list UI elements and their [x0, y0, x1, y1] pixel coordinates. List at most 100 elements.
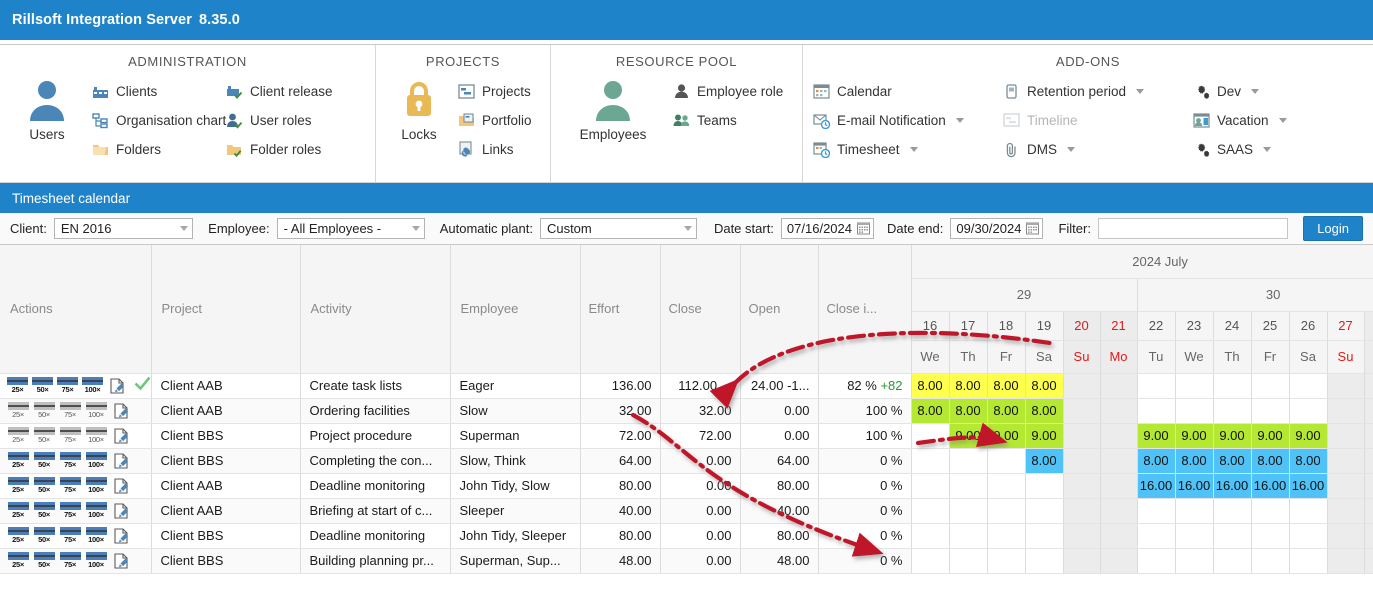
- progress-button-75pct[interactable]: 75×: [57, 377, 78, 394]
- edit-icon[interactable]: [114, 452, 129, 469]
- calendar-picker-icon[interactable]: [857, 222, 870, 235]
- calendar-picker-icon[interactable]: [1026, 222, 1040, 235]
- calendar-cell-22[interactable]: 9.00: [1137, 423, 1176, 449]
- progress-button-25pct[interactable]: 25×: [7, 552, 29, 569]
- calendar-cell-19[interactable]: [1025, 473, 1064, 499]
- table-row[interactable]: 25× 50× 75× 100× Client AAB Deadline monitori…: [0, 473, 1373, 499]
- calendar-cell-16[interactable]: 8.00: [910, 373, 950, 399]
- calendar-cell-17[interactable]: [949, 498, 988, 524]
- calendar-cell-19[interactable]: 8.00: [1025, 398, 1064, 424]
- calendar-cell-23[interactable]: [1175, 398, 1214, 424]
- calendar-cell-24[interactable]: 16.00: [1213, 473, 1252, 499]
- calendar-cell-26[interactable]: 8.00: [1289, 448, 1328, 474]
- progress-button-100pct[interactable]: 100×: [85, 452, 107, 469]
- calendar-cell-16[interactable]: [910, 548, 950, 574]
- chevron-down-icon[interactable]: [1251, 88, 1260, 94]
- calendar-cell-24[interactable]: [1213, 548, 1252, 574]
- progress-button-75pct[interactable]: 75×: [59, 452, 81, 469]
- calendar-cell-27[interactable]: [1327, 398, 1365, 424]
- calendar-cell-18[interactable]: [987, 523, 1026, 549]
- progress-button-75pct[interactable]: 75×: [59, 427, 81, 444]
- calendar-cell-22[interactable]: [1137, 548, 1176, 574]
- calendar-cell-26[interactable]: [1289, 373, 1328, 399]
- col-header-actions[interactable]: Actions: [0, 245, 152, 374]
- progress-button-100pct[interactable]: 100×: [85, 477, 107, 494]
- calendar-cell-26[interactable]: 9.00: [1289, 423, 1328, 449]
- calendar-cell-26[interactable]: 16.00: [1289, 473, 1328, 499]
- calendar-cell-21[interactable]: [1100, 398, 1138, 424]
- progress-button-50pct[interactable]: 50×: [33, 527, 55, 544]
- ribbon-item-user-roles[interactable]: User roles: [226, 109, 351, 131]
- calendar-cell-27[interactable]: [1327, 423, 1365, 449]
- employee-select[interactable]: - All Employees -: [276, 218, 425, 239]
- automatic-plant-select[interactable]: Custom: [539, 218, 697, 239]
- calendar-cell-24[interactable]: 8.00: [1213, 448, 1252, 474]
- col-header-effort[interactable]: Effort: [580, 245, 661, 374]
- progress-button-25pct[interactable]: 25×: [7, 502, 29, 519]
- progress-button-25pct[interactable]: 25×: [7, 477, 29, 494]
- calendar-cell-24[interactable]: 9.00: [1213, 423, 1252, 449]
- calendar-cell-24[interactable]: [1213, 498, 1252, 524]
- date-end-input[interactable]: 09/30/2024: [950, 218, 1044, 239]
- calendar-cell-22[interactable]: 16.00: [1137, 473, 1176, 499]
- calendar-cell-18[interactable]: 8.00: [987, 398, 1026, 424]
- calendar-cell-27[interactable]: [1327, 523, 1365, 549]
- ribbon-item-folder-roles[interactable]: Folder roles: [226, 138, 351, 160]
- calendar-cell-19[interactable]: 8.00: [1025, 448, 1064, 474]
- edit-icon[interactable]: [114, 552, 129, 569]
- progress-button-25pct[interactable]: 25×: [7, 452, 29, 469]
- calendar-cell-25[interactable]: [1251, 548, 1290, 574]
- table-row[interactable]: 25× 50× 75× 100× Client BBS Building planning…: [0, 548, 1373, 574]
- calendar-cell-17[interactable]: [949, 448, 988, 474]
- calendar-cell-25[interactable]: [1251, 523, 1290, 549]
- ribbon-button-employees[interactable]: Employees: [561, 77, 665, 142]
- col-header-open[interactable]: Open: [740, 245, 819, 374]
- calendar-cell-25[interactable]: [1251, 373, 1290, 399]
- calendar-cell-16[interactable]: [910, 423, 950, 449]
- calendar-cell-26[interactable]: [1289, 398, 1328, 424]
- calendar-cell-26[interactable]: [1289, 548, 1328, 574]
- chevron-down-icon[interactable]: [680, 226, 696, 231]
- calendar-cell-16[interactable]: [910, 473, 950, 499]
- progress-button-100pct[interactable]: 100×: [85, 402, 107, 419]
- calendar-cell-24[interactable]: [1213, 373, 1252, 399]
- calendar-cell-23[interactable]: [1175, 498, 1214, 524]
- progress-button-75pct[interactable]: 75×: [59, 402, 81, 419]
- calendar-cell-20[interactable]: [1063, 373, 1101, 399]
- calendar-cell-17[interactable]: 9.00: [949, 423, 988, 449]
- calendar-cell-27[interactable]: [1327, 548, 1365, 574]
- calendar-cell-18[interactable]: [987, 473, 1026, 499]
- calendar-cell-23[interactable]: [1175, 523, 1214, 549]
- progress-button-100pct[interactable]: 100×: [85, 427, 107, 444]
- ribbon-item-calendar[interactable]: Calendar: [813, 80, 1003, 102]
- calendar-cell-20[interactable]: [1063, 548, 1101, 574]
- progress-button-50pct[interactable]: 50×: [33, 402, 55, 419]
- ribbon-item-teams[interactable]: Teams: [673, 109, 783, 131]
- calendar-cell-18[interactable]: [987, 498, 1026, 524]
- ribbon-item-timesheet[interactable]: Timesheet: [813, 138, 1003, 160]
- calendar-cell-23[interactable]: 8.00: [1175, 448, 1214, 474]
- progress-button-50pct[interactable]: 50×: [32, 377, 53, 394]
- col-header-close[interactable]: Close: [660, 245, 741, 374]
- calendar-cell-21[interactable]: [1100, 373, 1138, 399]
- progress-button-50pct[interactable]: 50×: [33, 502, 55, 519]
- ribbon-item-retention-period[interactable]: Retention period: [1003, 80, 1193, 102]
- edit-icon[interactable]: [110, 377, 125, 394]
- ribbon-button-locks[interactable]: Locks: [386, 77, 452, 142]
- calendar-cell-22[interactable]: [1137, 498, 1176, 524]
- calendar-cell-27[interactable]: [1327, 373, 1365, 399]
- ribbon-item-projects[interactable]: Projects: [458, 80, 532, 102]
- calendar-cell-19[interactable]: 9.00: [1025, 423, 1064, 449]
- calendar-cell-21[interactable]: [1100, 423, 1138, 449]
- calendar-cell-18[interactable]: 8.00: [987, 373, 1026, 399]
- progress-button-100pct[interactable]: 100×: [85, 552, 107, 569]
- edit-icon[interactable]: [114, 527, 129, 544]
- calendar-cell-20[interactable]: [1063, 473, 1101, 499]
- calendar-cell-27[interactable]: [1327, 498, 1365, 524]
- calendar-cell-17[interactable]: [949, 523, 988, 549]
- chevron-down-icon[interactable]: [176, 226, 192, 231]
- calendar-cell-17[interactable]: [949, 473, 988, 499]
- table-row[interactable]: 25× 50× 75× 100× Client AAB Ordering faciliti…: [0, 398, 1373, 424]
- calendar-cell-16[interactable]: [910, 498, 950, 524]
- progress-button-50pct[interactable]: 50×: [33, 477, 55, 494]
